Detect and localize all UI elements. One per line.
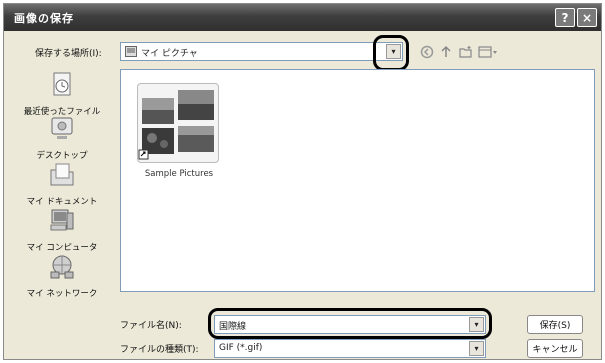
recent-docs-icon [53,72,71,96]
desktop-icon [51,117,73,139]
save-image-dialog: 画像の保存 ? × 保存する場所(I): マイ ピクチャ ▾ 最近使ったファイル [3,3,602,360]
folder-thumbnail-icon [137,83,219,163]
help-button[interactable]: ? [555,8,575,27]
places-bar: 最近使ったファイル デスクトップ マイ ドキュメント マイ コンピュータ マイ … [8,69,116,299]
place-my-computer-label: マイ コンピュータ [26,243,98,253]
save-in-label: 保存する場所(I): [35,49,102,59]
save-button[interactable]: 保存(S) [527,315,583,334]
place-my-documents[interactable]: マイ ドキュメント [8,161,116,207]
filename-label: ファイル名(N): [120,321,182,331]
cancel-button[interactable]: キャンセル [527,339,583,358]
dropdown-arrow-highlight [373,35,409,71]
my-pictures-icon [125,46,137,57]
folder-label: Sample Pictures [144,169,214,179]
list-item[interactable]: Sample Pictures [135,79,225,184]
my-computer-icon [50,209,74,231]
file-list[interactable]: Sample Pictures [120,69,595,292]
dialog-title: 画像の保存 [14,12,74,25]
view-menu-icon[interactable] [477,43,499,61]
my-documents-icon [50,163,74,186]
save-in-value: マイ ピクチャ [141,49,198,59]
filetype-value: GIF (*.gif) [219,343,263,353]
filename-highlight [208,308,492,339]
filetype-dropdown-arrow[interactable]: ▾ [469,341,484,356]
place-my-network[interactable]: マイ ネットワーク [8,253,116,299]
back-icon[interactable] [419,43,435,61]
up-folder-icon[interactable] [438,43,454,61]
title-bar[interactable]: 画像の保存 ? × [4,4,601,31]
place-my-network-label: マイ ネットワーク [26,289,98,299]
place-my-documents-label: マイ ドキュメント [26,197,98,207]
close-button[interactable]: × [577,8,597,27]
place-recent[interactable]: 最近使ったファイル [8,71,116,117]
place-my-computer[interactable]: マイ コンピュータ [8,207,116,253]
place-desktop[interactable]: デスクトップ [8,115,116,161]
place-desktop-label: デスクトップ [36,151,88,161]
filetype-dropdown[interactable]: GIF (*.gif) ▾ [214,339,486,358]
new-folder-icon[interactable] [458,43,474,61]
save-in-dropdown[interactable]: マイ ピクチャ ▾ [120,42,403,61]
my-network-icon [50,255,74,279]
filetype-label: ファイルの種類(T): [120,345,199,355]
